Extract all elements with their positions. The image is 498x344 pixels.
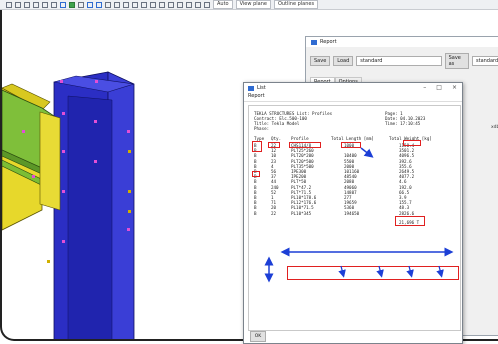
load-settings-select[interactable]: standard (356, 56, 442, 66)
triangle-icon[interactable] (141, 1, 147, 8)
eye-icon[interactable] (114, 1, 120, 8)
tekla-app-icon (248, 85, 254, 91)
auto-dropdown[interactable]: Auto (213, 0, 233, 9)
arrow-length (360, 147, 374, 158)
maximize-icon[interactable]: □ (436, 84, 442, 91)
square2-icon[interactable] (186, 1, 192, 8)
tekla-app-icon (311, 39, 317, 45)
yellow-end-plate (39, 111, 61, 211)
arrow-tick-2 (376, 265, 384, 278)
minimize-icon[interactable]: – (423, 84, 426, 91)
report-settings-bar: Save Load standard Save as standard (306, 47, 498, 71)
list-title: List (257, 85, 266, 91)
close-icon[interactable]: × (452, 84, 457, 91)
close-icon[interactable] (150, 1, 156, 8)
square-icon[interactable] (123, 1, 129, 8)
circle-icon[interactable] (132, 1, 138, 8)
arrow-tick-3 (406, 265, 414, 278)
list-menu-report[interactable]: Report (244, 93, 462, 102)
report-title: Report (320, 39, 337, 45)
list-titlebar[interactable]: List – □ × (244, 83, 462, 93)
snap-icon[interactable] (15, 1, 21, 8)
save-as-input[interactable]: standard (472, 56, 498, 66)
save-button[interactable]: Save (310, 56, 331, 66)
arrow-icon[interactable] (159, 1, 165, 8)
save-as-button[interactable]: Save as (444, 53, 469, 69)
arrow-tick-1 (338, 265, 346, 278)
workplane-icon[interactable] (96, 1, 102, 8)
view-icon[interactable] (87, 1, 93, 8)
toolbar: Auto View plane Outline planes (0, 0, 498, 10)
view-plane-dropdown[interactable]: View plane (235, 0, 271, 9)
window-controls: – □ × (423, 84, 457, 91)
outline-planes-dropdown[interactable]: Outline planes (273, 0, 319, 9)
line-icon[interactable] (42, 1, 48, 8)
cursor-icon[interactable] (177, 1, 183, 8)
report-side-text: xdb (491, 125, 498, 130)
flag-icon[interactable] (51, 1, 57, 8)
snap-point-icon[interactable] (105, 1, 111, 8)
measure-icon[interactable] (195, 1, 201, 8)
annotation-arrows (264, 147, 454, 283)
list-window: List – □ × Report TEKLA STRUCTURES List:… (243, 82, 463, 344)
tree-icon[interactable] (69, 1, 75, 8)
cross-icon[interactable] (24, 1, 30, 8)
plane-icon[interactable] (60, 1, 66, 8)
ok-button[interactable]: OK (250, 331, 266, 342)
curve-icon[interactable] (168, 1, 174, 8)
select-icon[interactable] (6, 1, 12, 8)
report-titlebar[interactable]: Report (306, 37, 498, 47)
part-icon[interactable] (78, 1, 84, 8)
arrow-tick-4 (436, 265, 444, 278)
grid2-icon[interactable] (204, 1, 210, 8)
grid-icon[interactable] (33, 1, 39, 8)
report-list-content[interactable]: TEKLA STRUCTURES List: Profiles Page: 1 … (248, 105, 461, 331)
load-button[interactable]: Load (333, 56, 354, 66)
blue-column-inner (67, 95, 113, 339)
